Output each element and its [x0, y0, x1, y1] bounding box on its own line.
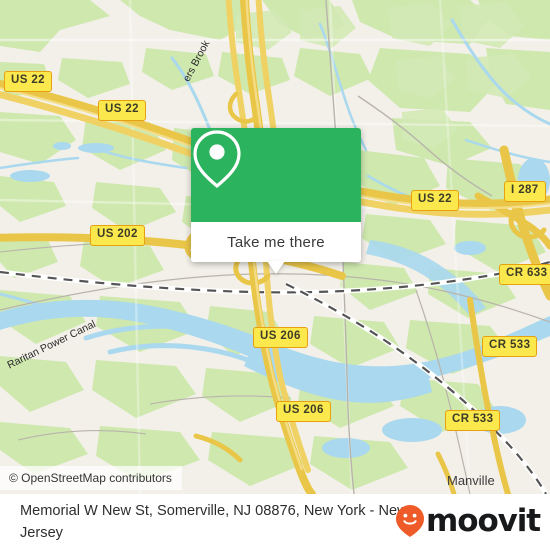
road-shield: US 22 — [411, 190, 459, 211]
moovit-wordmark: moovit — [426, 502, 541, 539]
osm-attribution[interactable]: © OpenStreetMap contributors — [0, 466, 182, 490]
road-shield: US 206 — [253, 327, 308, 348]
moovit-logo[interactable]: moovit — [395, 502, 541, 539]
footer-bar: Memorial W New St, Somerville, NJ 08876,… — [0, 494, 550, 550]
moovit-smiley-pin-icon — [396, 505, 425, 537]
road-shield: US 202 — [90, 225, 145, 246]
road-shield: I 287 — [504, 181, 546, 202]
map-screenshot: US 22 US 22 US 202 US 22 I 287 CR 633 US… — [0, 0, 550, 550]
road-shield: CR 533 — [482, 336, 538, 357]
map-pin-icon — [193, 130, 241, 188]
popup-tail — [267, 261, 285, 274]
map-label-place: Manville — [447, 473, 495, 488]
take-me-there-button[interactable]: Take me there — [191, 222, 361, 262]
road-shield: CR 633 — [499, 264, 550, 285]
road-shield: US 22 — [98, 100, 146, 121]
road-shield: CR 533 — [445, 410, 501, 431]
road-shield: US 22 — [4, 71, 52, 92]
address-text: Memorial W New St, Somerville, NJ 08876,… — [20, 503, 408, 541]
popup-header — [191, 128, 361, 222]
destination-popup[interactable]: Take me there — [191, 128, 361, 274]
map-canvas[interactable]: US 22 US 22 US 202 US 22 I 287 CR 633 US… — [0, 0, 550, 494]
road-shield: US 206 — [276, 401, 331, 422]
